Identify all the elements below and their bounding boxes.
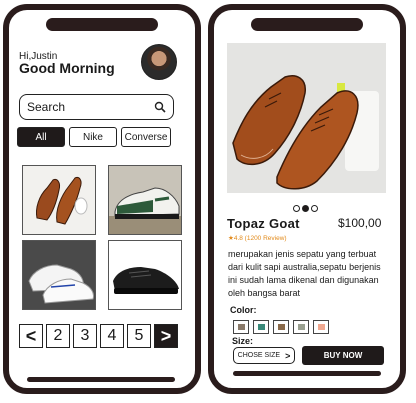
next-page-button[interactable]: >	[154, 324, 178, 348]
filter-chip-nike[interactable]: Nike	[69, 127, 117, 147]
phone-notch	[251, 18, 363, 31]
phone-notch	[46, 18, 158, 31]
size-label: Size:	[232, 336, 254, 346]
choose-size-label: CHOSE SIZE	[237, 352, 281, 359]
search-icon[interactable]	[154, 101, 166, 113]
product-rating: ★4.8 (1200 Review)	[228, 235, 287, 242]
pagination: < 2 3 4 5 >	[19, 324, 178, 348]
carousel-dot[interactable]	[311, 205, 318, 212]
color-swatches	[233, 320, 329, 334]
search-field[interactable]: Search	[19, 94, 174, 120]
product-card-brown-shoe[interactable]	[22, 165, 96, 235]
prev-page-button[interactable]: <	[19, 324, 43, 348]
choose-size-button[interactable]: CHOSE SIZE >	[233, 347, 295, 364]
product-card-green-sneaker[interactable]	[108, 165, 182, 235]
color-dot	[237, 324, 245, 330]
color-dot	[297, 324, 305, 330]
brand-filter-chips: All Nike Converse	[17, 127, 171, 147]
white-sneaker-image	[28, 264, 94, 304]
color-dot	[317, 324, 325, 330]
product-card-black-sneaker[interactable]	[108, 240, 182, 310]
color-dot	[277, 324, 285, 330]
greeting-title: Good Morning	[19, 60, 115, 76]
brown-shoe-image	[36, 177, 88, 225]
avatar[interactable]	[141, 44, 177, 80]
page-5-button[interactable]: 5	[127, 324, 151, 348]
color-swatch-2[interactable]	[253, 320, 269, 334]
filter-chip-converse[interactable]: Converse	[121, 127, 171, 147]
color-swatch-4[interactable]	[293, 320, 309, 334]
carousel-dot[interactable]	[293, 205, 300, 212]
product-name: Topaz Goat	[227, 216, 300, 231]
chevron-right-icon: >	[285, 350, 291, 361]
color-swatch-1[interactable]	[233, 320, 249, 334]
carousel-dot-active[interactable]	[302, 205, 309, 212]
page-4-button[interactable]: 4	[100, 324, 124, 348]
page-2-button[interactable]: 2	[46, 324, 70, 348]
home-indicator	[233, 371, 381, 376]
buy-now-button[interactable]: BUY NOW	[302, 346, 384, 365]
product-price: $100,00	[338, 216, 382, 230]
product-description: merupakan jenis sepatu yang terbuat dari…	[228, 249, 381, 298]
filter-chip-all[interactable]: All	[17, 127, 65, 147]
carousel-dots	[293, 205, 318, 212]
green-sneaker-image	[109, 187, 181, 234]
home-indicator	[27, 377, 175, 382]
black-sneaker-image	[113, 267, 179, 294]
product-card-white-sneaker[interactable]	[22, 240, 96, 310]
search-input[interactable]: Search	[27, 100, 154, 114]
color-swatch-5[interactable]	[313, 320, 329, 334]
brown-oxford-shoes-image	[232, 75, 379, 190]
color-label: Color:	[230, 305, 257, 315]
color-dot	[257, 324, 265, 330]
product-hero-image	[227, 43, 386, 193]
color-swatch-3[interactable]	[273, 320, 289, 334]
page-3-button[interactable]: 3	[73, 324, 97, 348]
